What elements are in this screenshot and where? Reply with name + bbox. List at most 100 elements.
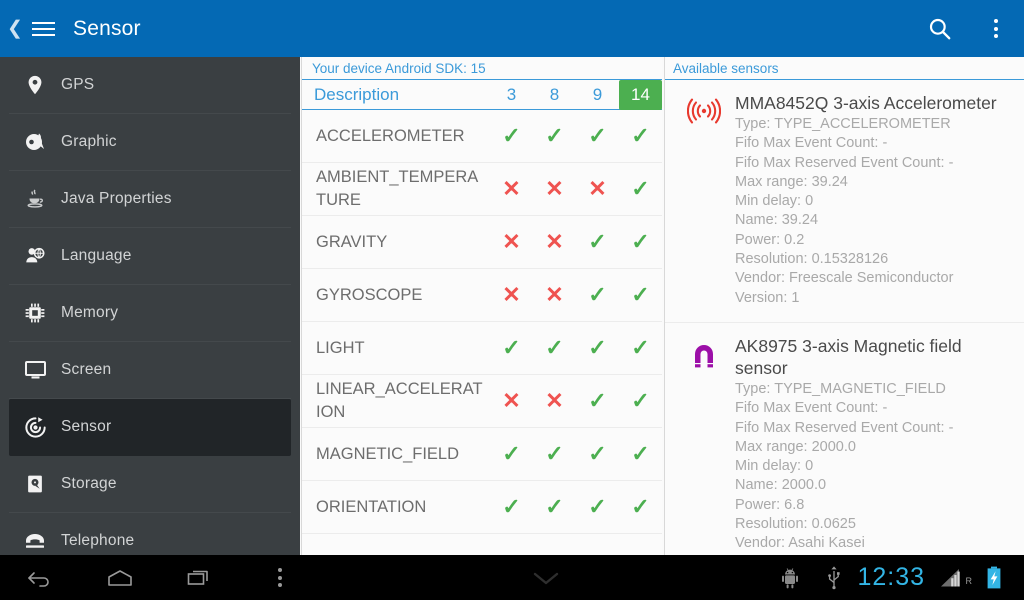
status-clock: 12:33 <box>857 563 925 591</box>
sidebar-item-telephone[interactable]: Telephone <box>9 513 291 555</box>
sidebar-item-language[interactable]: Language <box>9 228 291 285</box>
sidebar-item-sensor[interactable]: Sensor <box>9 399 291 456</box>
sensor-property: Name: 2000.0 <box>735 477 827 494</box>
nav-back-icon[interactable] <box>0 555 80 600</box>
sensor-property: Fifo Max Reserved Event Count: - <box>735 154 954 171</box>
table-row[interactable]: LINEAR_ACCELERATION ✕ ✕ ✓ ✓ <box>302 375 662 428</box>
table-row[interactable]: GRAVITY ✕ ✕ ✓ ✓ <box>302 216 662 269</box>
table-row[interactable]: AMBIENT_TEMPERATURE ✕ ✕ ✕ ✓ <box>302 163 662 216</box>
support-cell: ✓ <box>576 389 619 413</box>
table-row[interactable]: ACCELEROMETER ✓ ✓ ✓ ✓ <box>302 110 662 163</box>
sensor-property: Vendor: Asahi Kasei <box>735 535 865 552</box>
check-icon: ✓ <box>631 334 650 360</box>
cross-icon: ✕ <box>545 175 564 201</box>
available-sensors-panel[interactable]: Available sensors MMA8452Q 3-axis Accele… <box>664 57 1024 555</box>
nav-recents-icon[interactable] <box>160 555 240 600</box>
sidebar-item-label: Memory <box>61 304 119 321</box>
usb-icon[interactable] <box>813 565 855 590</box>
language-person-icon <box>9 245 61 267</box>
support-cell: ✓ <box>490 334 533 360</box>
sidebar-item-label: Graphic <box>61 133 117 150</box>
search-icon[interactable] <box>912 0 968 57</box>
battery-charging-icon[interactable] <box>973 566 1015 590</box>
hamburger-menu-icon[interactable] <box>26 21 60 36</box>
support-cell: ✓ <box>490 495 533 519</box>
sensor-support-table-panel[interactable]: Your device Android SDK: 15 Description … <box>301 57 662 555</box>
nav-menu-icon[interactable] <box>240 555 320 600</box>
check-icon: ✓ <box>631 493 650 519</box>
sensor-details: MMA8452Q 3-axis Accelerometer Type: TYPE_… <box>735 92 1016 308</box>
notification-drawer-handle[interactable] <box>320 568 771 588</box>
check-icon: ✓ <box>588 440 607 466</box>
column-header-sdk-8[interactable]: 8 <box>533 85 576 105</box>
check-icon: ✓ <box>502 440 521 466</box>
table-row[interactable]: MAGNETIC_FIELD ✓ ✓ ✓ ✓ <box>302 428 662 481</box>
check-icon: ✓ <box>631 228 650 254</box>
sidebar-item-java-properties[interactable]: Java Properties <box>9 171 291 228</box>
support-cell: ✓ <box>576 281 619 307</box>
graphic-icon <box>9 130 61 154</box>
support-cell: ✕ <box>533 389 576 413</box>
table-row[interactable]: ORIENTATION ✓ ✓ ✓ ✓ <box>302 481 662 534</box>
app-screen: ❮ Sensor GPS Graphic Java Properties Lan… <box>0 0 1024 600</box>
sensor-type-name: GRAVITY <box>316 232 388 251</box>
column-header-sdk-9[interactable]: 9 <box>576 85 619 105</box>
sidebar-item-label: GPS <box>61 76 95 93</box>
support-cell: ✓ <box>619 389 662 413</box>
magnet-icon <box>673 335 735 554</box>
support-cell: ✓ <box>619 124 662 148</box>
sensor-property: Type: TYPE_MAGNETIC_FIELD <box>735 380 946 397</box>
cross-icon: ✕ <box>545 281 564 307</box>
sensor-list-item[interactable]: MMA8452Q 3-axis Accelerometer Type: TYPE_… <box>665 80 1024 323</box>
sensor-property: Power: 0.2 <box>735 231 805 248</box>
roaming-indicator: R <box>965 575 973 586</box>
action-bar: ❮ Sensor <box>0 0 1024 57</box>
column-header-sdk-3[interactable]: 3 <box>490 85 533 105</box>
support-cell: ✓ <box>490 440 533 466</box>
sensor-type-name: ACCELEROMETER <box>316 126 465 145</box>
android-robot-icon[interactable] <box>771 567 813 589</box>
sidebar-item-memory[interactable]: Memory <box>9 285 291 342</box>
available-sensors-header: Available sensors <box>665 57 1024 80</box>
support-cell: ✓ <box>619 228 662 254</box>
signal-bars-icon[interactable]: R <box>931 568 973 588</box>
column-header-sdk-14[interactable]: 14 <box>619 79 662 110</box>
check-icon: ✓ <box>502 334 521 360</box>
sensor-property: Fifo Max Reserved Event Count: - <box>735 419 954 436</box>
support-cell: ✓ <box>533 440 576 466</box>
sidebar-item-label: Sensor <box>61 418 112 435</box>
check-icon: ✓ <box>588 334 607 360</box>
table-body: ACCELEROMETER ✓ ✓ ✓ ✓ AMBIENT_TEMPERATURE ✕ ✕ ✕ ✓… <box>302 110 662 534</box>
table-row[interactable]: GYROSCOPE ✕ ✕ ✓ ✓ <box>302 269 662 322</box>
sidebar-item-label: Telephone <box>61 532 135 549</box>
support-cell: ✓ <box>576 334 619 360</box>
back-chevron-icon[interactable]: ❮ <box>4 19 26 38</box>
sensor-type-name: LIGHT <box>316 338 365 357</box>
sensor-property: Max range: 39.24 <box>735 173 848 190</box>
check-icon: ✓ <box>588 281 607 307</box>
nav-home-icon[interactable] <box>80 555 160 600</box>
sidebar[interactable]: GPS Graphic Java Properties Language Mem… <box>0 57 300 555</box>
sensor-property: Resolution: 0.15328126 <box>735 251 889 268</box>
cross-icon: ✕ <box>588 175 607 201</box>
sidebar-item-gps[interactable]: GPS <box>9 57 291 114</box>
sidebar-item-storage[interactable]: Storage <box>9 456 291 513</box>
location-pin-icon <box>9 73 61 97</box>
sensor-title: MMA8452Q 3-axis Accelerometer <box>735 93 997 113</box>
sensor-list-item[interactable]: AK8975 3-axis Magnetic field sensor Type:… <box>665 323 1024 555</box>
cross-icon: ✕ <box>502 281 521 307</box>
support-cell: ✓ <box>619 283 662 307</box>
sidebar-item-graphic[interactable]: Graphic <box>9 114 291 171</box>
sidebar-item-screen[interactable]: Screen <box>9 342 291 399</box>
support-cell: ✕ <box>490 281 533 307</box>
check-icon: ✓ <box>631 175 650 201</box>
table-row[interactable]: LIGHT ✓ ✓ ✓ ✓ <box>302 322 662 375</box>
support-cell: ✓ <box>576 440 619 466</box>
support-cell: ✕ <box>533 281 576 307</box>
support-cell: ✕ <box>533 175 576 201</box>
overflow-menu-icon[interactable] <box>968 0 1024 57</box>
table-header-row: Description 3 8 9 14 <box>302 79 662 110</box>
check-icon: ✓ <box>545 440 564 466</box>
column-header-description[interactable]: Description <box>302 85 490 105</box>
sensor-property: Fifo Max Event Count: - <box>735 135 888 152</box>
